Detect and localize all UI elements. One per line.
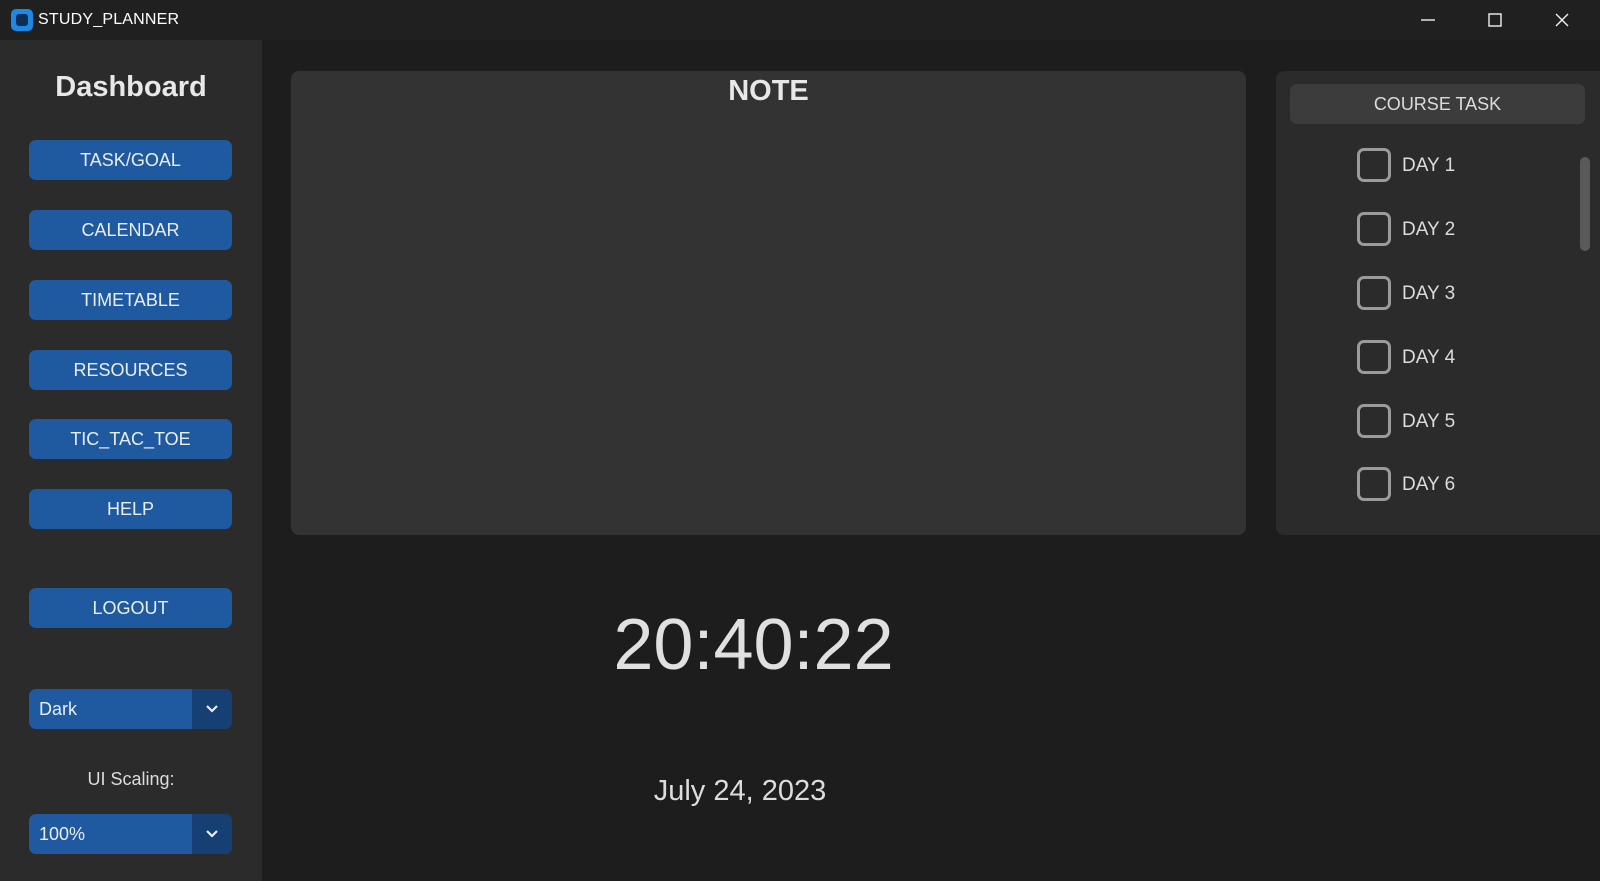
- day-label: DAY 6: [1402, 474, 1456, 495]
- course-task-panel: COURSE TASK DAY 1 DAY 2 DAY 3 DAY 4 DAY …: [1276, 71, 1600, 535]
- day-label: DAY 1: [1402, 155, 1456, 176]
- day-checkbox-2[interactable]: DAY 2: [1357, 212, 1557, 248]
- title-bar: STUDY_PLANNER: [0, 0, 1600, 40]
- tic-tac-toe-button[interactable]: TIC_TAC_TOE: [29, 419, 232, 459]
- checkbox[interactable]: [1357, 276, 1391, 310]
- logout-button[interactable]: LOGOUT: [29, 588, 232, 628]
- resources-button[interactable]: RESOURCES: [29, 350, 232, 390]
- task-goal-button[interactable]: TASK/GOAL: [29, 140, 232, 180]
- clock-date: July 24, 2023: [653, 775, 827, 807]
- minimize-icon: [1421, 19, 1435, 21]
- close-button[interactable]: [1530, 0, 1596, 40]
- checkbox[interactable]: [1357, 340, 1391, 374]
- checkbox[interactable]: [1357, 212, 1391, 246]
- day-checkbox-3[interactable]: DAY 3: [1357, 276, 1557, 312]
- sidebar-title: Dashboard: [55, 71, 207, 103]
- ui-scaling-value: 100%: [39, 824, 86, 844]
- chevron-down-icon: [206, 705, 218, 713]
- day-label: DAY 4: [1402, 347, 1456, 368]
- day-checkbox-6[interactable]: DAY 6: [1357, 467, 1557, 503]
- appearance-mode-value: Dark: [39, 699, 78, 719]
- day-label: DAY 5: [1402, 411, 1456, 432]
- timetable-button[interactable]: TIMETABLE: [29, 280, 232, 320]
- day-checkbox-5[interactable]: DAY 5: [1357, 404, 1557, 440]
- checkbox[interactable]: [1357, 467, 1391, 501]
- course-task-scrollbar[interactable]: [1580, 157, 1590, 251]
- appearance-mode-dropdown[interactable]: Dark: [29, 689, 232, 729]
- app-icon: [11, 9, 33, 31]
- chevron-down-icon: [206, 830, 218, 838]
- day-checkbox-4[interactable]: DAY 4: [1357, 340, 1557, 376]
- minimize-button[interactable]: [1396, 0, 1462, 40]
- calendar-button[interactable]: CALENDAR: [29, 210, 232, 250]
- day-label: DAY 2: [1402, 219, 1456, 240]
- help-button[interactable]: HELP: [29, 489, 232, 529]
- maximize-icon: [1488, 13, 1502, 27]
- ui-scaling-arrow[interactable]: [192, 814, 232, 854]
- checkbox[interactable]: [1357, 404, 1391, 438]
- appearance-mode-arrow[interactable]: [192, 689, 232, 729]
- close-icon: [1555, 13, 1569, 27]
- window-title: STUDY_PLANNER: [38, 11, 180, 28]
- note-title: NOTE: [728, 75, 809, 107]
- day-checkbox-1[interactable]: DAY 1: [1357, 148, 1557, 184]
- day-label: DAY 3: [1402, 283, 1456, 304]
- ui-scaling-dropdown[interactable]: 100%: [29, 814, 232, 854]
- ui-scaling-label: UI Scaling:: [87, 769, 175, 789]
- note-panel[interactable]: NOTE: [291, 71, 1246, 535]
- checkbox[interactable]: [1357, 148, 1391, 182]
- maximize-button[interactable]: [1463, 0, 1529, 40]
- sidebar: Dashboard TASK/GOAL CALENDAR TIMETABLE R…: [0, 40, 262, 881]
- clock-time: 20:40:22: [613, 605, 894, 685]
- course-task-header[interactable]: COURSE TASK: [1290, 84, 1585, 124]
